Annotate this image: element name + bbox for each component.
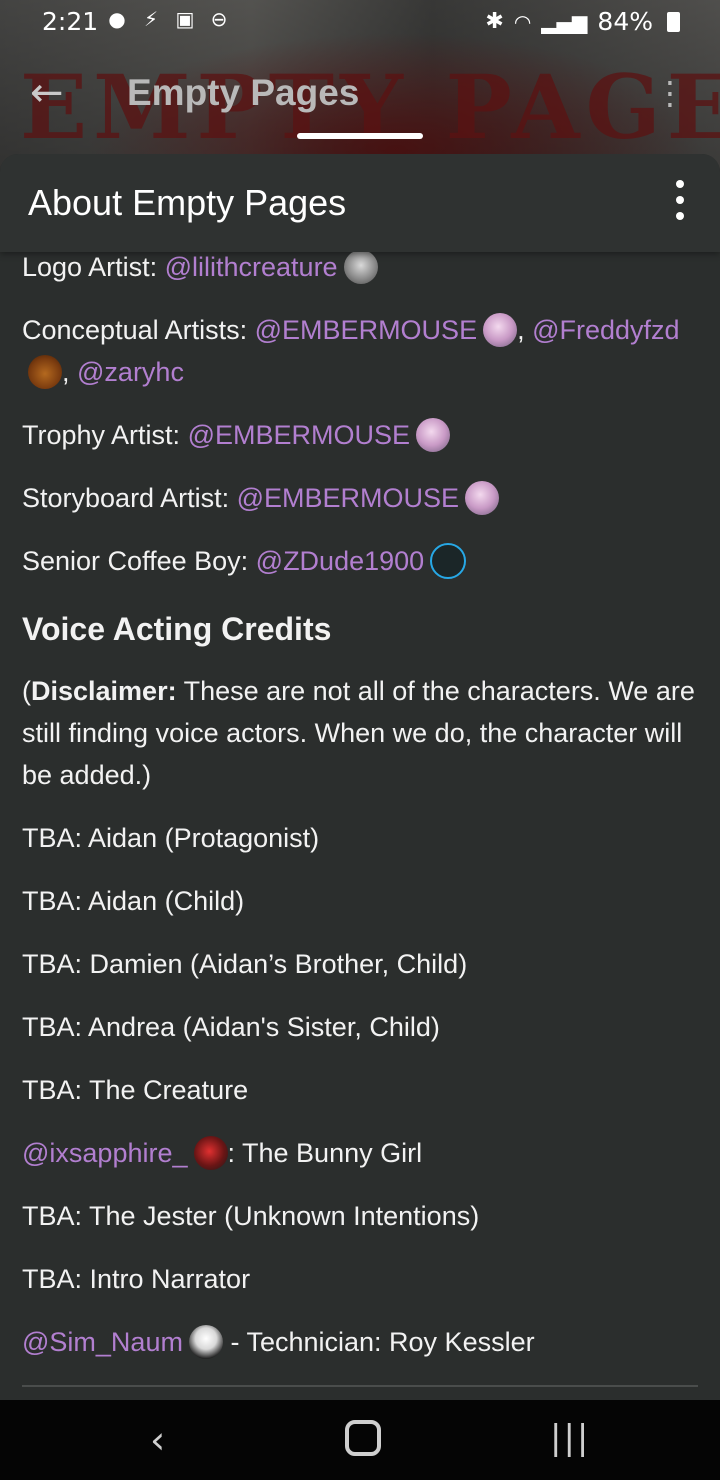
avatar[interactable] xyxy=(483,312,518,347)
sheet-more-icon[interactable] xyxy=(670,180,690,220)
avatar[interactable] xyxy=(430,542,467,579)
mention-link[interactable]: @Sim_Naum xyxy=(22,1327,183,1357)
mention-link[interactable]: @EMBERMOUSE xyxy=(237,483,459,513)
avatar[interactable] xyxy=(465,480,500,515)
avatar[interactable] xyxy=(343,249,378,284)
bluetooth-icon: ✱ xyxy=(485,9,504,34)
image-icon: ▣ xyxy=(175,7,195,31)
voice-line: TBA: Aidan (Protagonist) xyxy=(22,823,320,853)
screen: EMPTY PAGES 2:21 ● ⚡ ▣ ⊖ ✱ ◠ ▂▄▆ 84% ← E… xyxy=(0,0,720,1480)
system-icons: ✱ ◠ ▂▄▆ 84% xyxy=(485,7,680,36)
credit-label: Trophy Artist: xyxy=(22,420,181,450)
top-nav: ← Empty Pages ⋮ xyxy=(0,62,720,132)
recent-apps-icon[interactable]: ||| xyxy=(550,1418,590,1458)
section-heading: Voice Acting Credits xyxy=(22,611,332,647)
wifi-icon: ◠ xyxy=(513,9,532,34)
credit-label: Storyboard Artist: xyxy=(22,483,230,513)
status-time: 2:21 xyxy=(42,7,99,36)
disclaimer: (Disclaimer: These are not all of the ch… xyxy=(22,676,695,790)
divider xyxy=(22,1385,698,1387)
mention-link[interactable]: @zaryhc xyxy=(77,357,184,387)
mention-link[interactable]: @Freddyfzd xyxy=(532,315,679,345)
avatar[interactable] xyxy=(416,417,450,452)
voice-role: - Technician: Roy Kessler xyxy=(222,1327,535,1357)
bolt-icon: ⚡ xyxy=(143,7,159,31)
nav-title: Empty Pages xyxy=(127,72,360,113)
sheet-drag-handle[interactable] xyxy=(297,133,423,139)
disclaimer-bold: Disclaimer: xyxy=(31,676,177,706)
mention-link[interactable]: @EMBERMOUSE xyxy=(255,315,477,345)
avatar[interactable] xyxy=(28,354,62,389)
sheet-header: About Empty Pages xyxy=(0,154,720,252)
signal-icon: ▂▄▆ xyxy=(541,9,588,34)
voice-line-bunny: @ixsapphire_ : The Bunny Girl xyxy=(22,1132,702,1174)
avatar[interactable] xyxy=(188,1324,223,1359)
credit-trophy-artist: Trophy Artist: @EMBERMOUSE xyxy=(22,414,702,456)
sheet-content: Logo Artist: @lilithcreature Conceptual … xyxy=(22,246,702,1384)
credit-storyboard-artist: Storyboard Artist: @EMBERMOUSE xyxy=(22,477,702,519)
voice-line: TBA: The Jester (Unknown Intentions) xyxy=(22,1201,480,1231)
spotify-icon: ● xyxy=(108,7,126,31)
credit-label: Senior Coffee Boy: xyxy=(22,546,249,576)
system-nav-bar: ‹ ||| xyxy=(0,1400,720,1480)
battery-icon xyxy=(667,11,680,32)
sheet-title: About Empty Pages xyxy=(28,182,347,223)
mention-link[interactable]: @EMBERMOUSE xyxy=(188,420,410,450)
about-sheet: About Empty Pages Logo Artist: @lilithcr… xyxy=(0,154,720,1400)
credit-label: Logo Artist: xyxy=(22,252,158,282)
back-icon[interactable]: ‹ xyxy=(150,1418,165,1462)
voice-line: TBA: Andrea (Aidan's Sister, Child) xyxy=(22,1012,440,1042)
status-bar: 2:21 ● ⚡ ▣ ⊖ ✱ ◠ ▂▄▆ 84% xyxy=(0,0,720,44)
voice-line-roy: @Sim_Naum - Technician: Roy Kessler xyxy=(22,1321,702,1363)
credit-conceptual-artists: Conceptual Artists: @EMBERMOUSE, @Freddy… xyxy=(22,309,702,393)
voice-line: TBA: Aidan (Child) xyxy=(22,886,245,916)
credit-coffee-boy: Senior Coffee Boy: @ZDude1900 xyxy=(22,540,702,582)
mention-link[interactable]: @lilithcreature xyxy=(165,252,338,282)
home-icon[interactable] xyxy=(345,1420,381,1456)
voice-role: : The Bunny Girl xyxy=(227,1138,423,1168)
battery-percent: 84% xyxy=(597,7,653,36)
avatar[interactable] xyxy=(193,1135,228,1170)
voice-line: TBA: The Creature xyxy=(22,1075,249,1105)
back-arrow-icon[interactable]: ← xyxy=(30,70,64,116)
nav-more-icon[interactable]: ⋮ xyxy=(654,74,686,112)
credit-label: Conceptual Artists: xyxy=(22,315,248,345)
voice-line: TBA: Intro Narrator xyxy=(22,1264,251,1294)
mention-link[interactable]: @ZDude1900 xyxy=(256,546,425,576)
voice-line: TBA: Damien (Aidan’s Brother, Child) xyxy=(22,949,468,979)
do-not-disturb-icon: ⊖ xyxy=(210,7,228,31)
mention-link[interactable]: @ixsapphire_ xyxy=(22,1138,188,1168)
notification-icons: ● ⚡ ▣ ⊖ xyxy=(104,6,232,32)
credit-logo-artist: Logo Artist: @lilithcreature xyxy=(22,246,702,288)
